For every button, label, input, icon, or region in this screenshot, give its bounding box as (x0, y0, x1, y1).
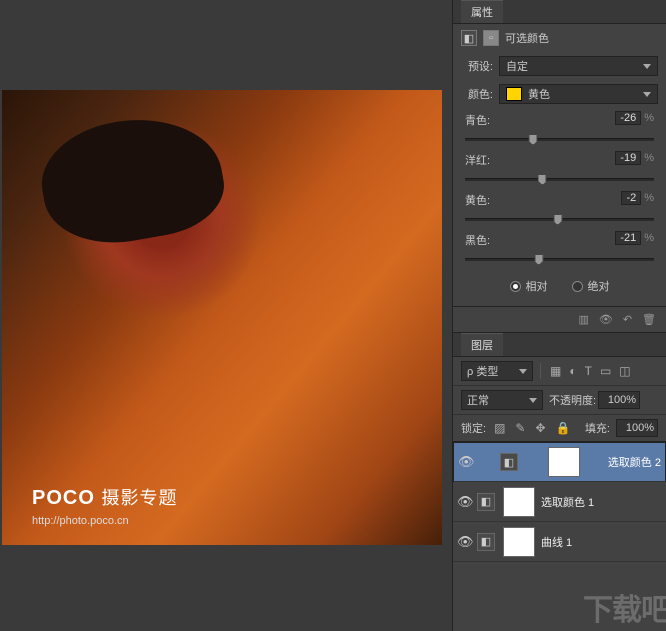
slider-track[interactable] (465, 252, 654, 266)
filter-pixel-icon[interactable]: ▦ (548, 363, 563, 379)
adjustment-thumb-icon: ◧ (477, 493, 495, 511)
lock-move-icon[interactable]: ✥ (533, 420, 547, 436)
slider-value[interactable]: -19 (615, 151, 641, 165)
reset-icon[interactable]: ↶ (623, 313, 632, 326)
slider-thumb[interactable] (538, 174, 547, 185)
adjustment-thumb-icon: ◧ (500, 453, 518, 471)
site-watermark: 下载吧 (583, 585, 666, 629)
chevron-down-icon (643, 92, 651, 97)
chevron-down-icon (643, 64, 651, 69)
slider-label: 洋红: (465, 152, 490, 168)
filter-kind-select[interactable]: ρ 类型 (461, 361, 533, 381)
slider-label: 黄色: (465, 192, 490, 208)
tab-layers[interactable]: 图层 (461, 333, 503, 356)
properties-footer: ▥ 👁 ↶ 🗑 (453, 306, 666, 332)
slider-value[interactable]: -26 (615, 111, 641, 125)
visibility-icon[interactable]: 👁 (457, 534, 471, 550)
radio-relative[interactable]: 相对 (510, 278, 548, 294)
watermark-brand: POCO 摄影专题 (32, 484, 177, 510)
opacity-label: 不透明度: (549, 392, 596, 408)
color-row: 颜色: 黄色 (453, 80, 666, 108)
slider-1: 洋红:-19% (453, 148, 666, 188)
tab-properties[interactable]: 属性 (461, 0, 503, 23)
slider-value[interactable]: -21 (615, 231, 641, 245)
trash-icon[interactable]: 🗑 (642, 313, 656, 326)
color-select[interactable]: 黄色 (499, 84, 658, 104)
mask-thumb[interactable] (503, 527, 535, 557)
lock-all-icon[interactable]: 🔒 (554, 420, 573, 436)
layer-row[interactable]: 👁 ◧ 曲线 1 (453, 522, 666, 562)
visibility-icon[interactable]: 👁 (457, 494, 471, 510)
slider-3: 黑色:-21% (453, 228, 666, 268)
fill-label: 填充: (585, 420, 610, 436)
method-radios: 相对 绝对 (453, 268, 666, 306)
slider-track[interactable] (465, 132, 654, 146)
layer-name: 选取颜色 1 (541, 494, 594, 510)
slider-track[interactable] (465, 172, 654, 186)
slider-0: 青色:-26% (453, 108, 666, 148)
fill-input[interactable]: 100% (616, 419, 658, 437)
lock-paint-icon[interactable]: ✎ (513, 420, 527, 436)
mask-thumb[interactable] (503, 487, 535, 517)
filter-adjust-icon[interactable]: ◐ (567, 363, 578, 379)
radio-absolute[interactable]: 绝对 (572, 278, 610, 294)
adjustment-icon[interactable]: ◧ (461, 30, 477, 46)
properties-header: ◧ ▫ 可选颜色 (453, 24, 666, 52)
slider-value[interactable]: -2 (621, 191, 641, 205)
lock-trans-icon[interactable]: ▨ (492, 420, 507, 436)
lock-label: 锁定: (461, 420, 486, 436)
filter-smart-icon[interactable]: ◫ (617, 363, 632, 379)
opacity-input[interactable]: 100% (598, 391, 640, 409)
preset-select[interactable]: 自定 (499, 56, 658, 76)
slider-2: 黄色:-2% (453, 188, 666, 228)
slider-thumb[interactable] (553, 214, 562, 225)
mask-icon[interactable]: ▫ (483, 30, 499, 46)
visibility-icon[interactable]: 👁 (458, 454, 472, 470)
layer-name: 选取颜色 2 (608, 454, 661, 470)
clip-icon[interactable]: ▥ (578, 313, 588, 326)
properties-title: 可选颜色 (505, 30, 549, 46)
watermark-url: http://photo.poco.cn (32, 515, 129, 527)
filter-shape-icon[interactable]: ▭ (598, 363, 613, 379)
filter-type-icon[interactable]: T (583, 363, 594, 379)
layer-row[interactable]: 👁 ◧ 选取颜色 1 (453, 482, 666, 522)
slider-label: 黑色: (465, 232, 490, 248)
color-swatch (506, 87, 522, 101)
slider-label: 青色: (465, 112, 490, 128)
preset-row: 预设: 自定 (453, 52, 666, 80)
layers-panel: 图层 ρ 类型 ▦ ◐ T ▭ ◫ 正常 不透明度: 100% 锁定: ▨ ✎ … (453, 332, 666, 562)
layers-blend-row: 正常 不透明度: 100% (453, 386, 666, 415)
right-panel: 属性 ◧ ▫ 可选颜色 预设: 自定 颜色: 黄色 青色:-26%洋红:-19%… (452, 0, 666, 631)
preset-label: 预设: (461, 58, 493, 74)
eye-icon[interactable]: 👁 (599, 313, 613, 326)
canvas-image: POCO 摄影专题 http://photo.poco.cn (2, 90, 442, 545)
layers-lock-row: 锁定: ▨ ✎ ✥ 🔒 填充: 100% (453, 415, 666, 442)
slider-track[interactable] (465, 212, 654, 226)
adjustment-thumb-icon: ◧ (477, 533, 495, 551)
color-label: 颜色: (461, 86, 493, 102)
layers-filter-row: ρ 类型 ▦ ◐ T ▭ ◫ (453, 357, 666, 386)
slider-thumb[interactable] (534, 254, 543, 265)
mask-thumb[interactable] (548, 447, 580, 477)
layer-row[interactable]: 👁 ◧ 选取颜色 2 (453, 442, 666, 482)
layer-name: 曲线 1 (541, 534, 572, 550)
properties-tabrow: 属性 (453, 0, 666, 24)
slider-thumb[interactable] (529, 134, 538, 145)
blend-mode-select[interactable]: 正常 (461, 390, 543, 410)
